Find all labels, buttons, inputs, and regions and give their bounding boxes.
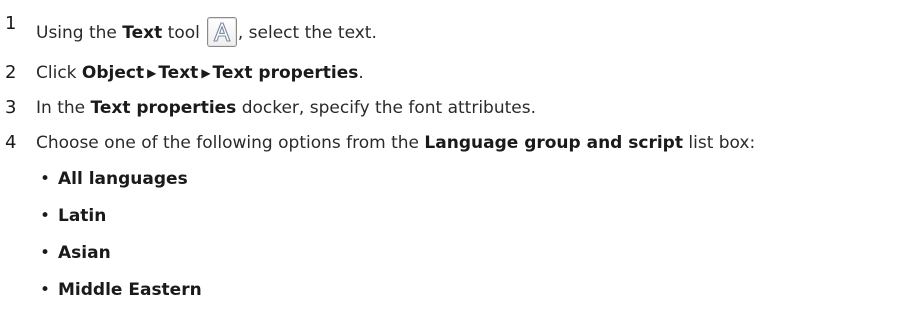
bullet-icon: • xyxy=(40,243,51,263)
step-number: 2 xyxy=(5,62,17,83)
option-label: Asian xyxy=(58,243,111,263)
text-tool-icon xyxy=(206,17,237,47)
bullet-icon: • xyxy=(40,280,51,300)
option-label: Latin xyxy=(58,206,107,226)
bullet-icon: • xyxy=(40,169,51,189)
step-number: 1 xyxy=(5,13,17,34)
menu-object: Object xyxy=(81,63,145,83)
menu-arrow-icon: ▶ xyxy=(147,66,157,80)
step-text: Click Object ▶ Text ▶ Text properties. xyxy=(36,63,364,83)
menu-text: Text xyxy=(158,63,199,83)
step-text: In the Text properties docker, specify t… xyxy=(36,98,537,118)
bullet-icon: • xyxy=(40,206,51,226)
letter-a-icon xyxy=(213,22,231,42)
step-text: Using the Text tool , select the text. xyxy=(36,17,377,47)
ui-term-text: Text xyxy=(122,23,163,43)
step-text: Choose one of the following options from… xyxy=(36,133,756,153)
step-number: 4 xyxy=(5,132,17,153)
menu-arrow-icon: ▶ xyxy=(201,66,211,80)
ui-term-language-group: Language group and script xyxy=(424,133,683,153)
step-number: 3 xyxy=(5,97,17,118)
option-label: Middle Eastern xyxy=(58,280,202,300)
option-label: All languages xyxy=(58,169,188,189)
procedure-steps: 1 Using the Text tool , select the text.… xyxy=(0,0,903,331)
ui-term-text-properties: Text properties xyxy=(90,98,237,118)
menu-text-properties: Text properties xyxy=(212,63,359,83)
